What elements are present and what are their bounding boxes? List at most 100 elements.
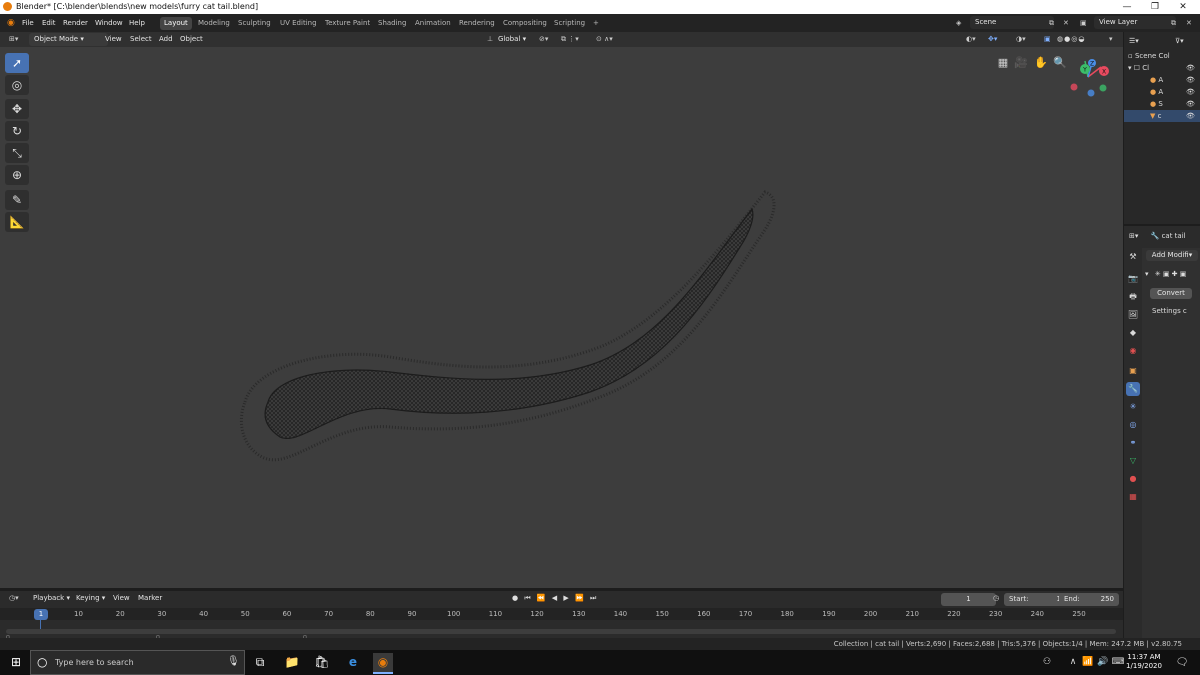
add-modifier-dropdown[interactable]: Add Modifi▾	[1146, 250, 1198, 261]
pivot-icon[interactable]: ⊘▾	[536, 33, 551, 45]
3d-viewport[interactable]: ➚ ◎ ✥ ↻ ⤡ ⊕ ✎ 📐 ▦ 🎥 ✋ 🔍 Z Y X	[0, 47, 1123, 588]
clock[interactable]: 11:37 AM 1/19/2020	[1124, 653, 1164, 671]
menu-select[interactable]: Select	[127, 33, 155, 45]
view-layer-tab-icon[interactable]: 🖼	[1126, 308, 1140, 322]
modifier-icons[interactable]: ✳ ▣ ✚ ▣	[1155, 270, 1187, 278]
blender-menu-icon[interactable]: ◉	[4, 17, 18, 29]
task-view-icon[interactable]: ⧉	[250, 653, 270, 672]
tab-shading[interactable]: Shading	[374, 17, 410, 30]
scene-tab-icon[interactable]: ◆	[1126, 326, 1140, 340]
visibility-icon[interactable]: ◐▾	[963, 33, 979, 45]
current-frame-field[interactable]: 1	[941, 593, 996, 606]
microphone-icon[interactable]: 🎙	[227, 656, 240, 667]
tab-animation[interactable]: Animation	[411, 17, 455, 30]
menu-object[interactable]: Object	[177, 33, 206, 45]
outliner-editor-icon[interactable]: ☰▾	[1129, 37, 1139, 45]
eye-icon[interactable]: 👁	[1186, 62, 1195, 74]
tab-modeling[interactable]: Modeling	[194, 17, 234, 30]
physics-tab-icon[interactable]: ◎	[1126, 418, 1140, 432]
properties-editor-icon[interactable]: ⊞▾	[1129, 232, 1138, 240]
maximize-button[interactable]: ❐	[1142, 1, 1168, 13]
new-scene-icon[interactable]: ⧉	[1046, 17, 1057, 29]
menu-render[interactable]: Render	[60, 17, 91, 29]
cat-tail-mesh[interactable]	[0, 47, 1123, 588]
store-icon[interactable]: 🛍	[312, 653, 332, 672]
scene-field[interactable]: Scene	[970, 16, 1054, 29]
eye-icon[interactable]: 👁	[1186, 74, 1195, 86]
tab-sculpting[interactable]: Sculpting	[234, 17, 275, 30]
snap-icon[interactable]: ⧉ ⋮▾	[558, 33, 582, 45]
menu-add[interactable]: Add	[156, 33, 176, 45]
constraints-tab-icon[interactable]: ⚭	[1126, 436, 1140, 450]
shading-options-icon[interactable]: ▾	[1106, 33, 1116, 45]
blender-taskbar-icon[interactable]: ◉	[373, 653, 393, 674]
playback-controls[interactable]: ● ⏮ ⏪ ◀ ▶ ⏩ ⏭	[509, 592, 601, 604]
menu-file[interactable]: File	[19, 17, 37, 29]
particles-tab-icon[interactable]: ✳	[1126, 400, 1140, 414]
taskbar-search-box[interactable]: ○ Type here to search 🎙	[30, 650, 245, 675]
object-tab-icon[interactable]: ▣	[1126, 364, 1140, 378]
view-layer-field[interactable]: View Layer	[1094, 16, 1176, 29]
modifier-tab-icon[interactable]: 🔧	[1126, 382, 1140, 396]
tab-compositing[interactable]: Compositing	[499, 17, 551, 30]
tab-uv-editing[interactable]: UV Editing	[276, 17, 321, 30]
tab-rendering[interactable]: Rendering	[455, 17, 499, 30]
collapse-icon[interactable]: ▾	[1145, 270, 1149, 278]
delete-scene-icon[interactable]: ✕	[1060, 17, 1072, 29]
new-view-layer-icon[interactable]: ⧉	[1168, 17, 1179, 29]
timeline-editor-icon[interactable]: ◷▾	[6, 592, 22, 604]
file-explorer-icon[interactable]: 📁	[282, 653, 302, 672]
menu-playback[interactable]: Playback ▾	[30, 592, 73, 604]
frame-tick-label: 110	[488, 610, 503, 618]
editor-type-icon[interactable]: ⊞▾	[6, 33, 21, 45]
delete-view-layer-icon[interactable]: ✕	[1183, 17, 1195, 29]
overlay-icon[interactable]: ◑▾	[1013, 33, 1029, 45]
eye-icon[interactable]: 👁	[1186, 86, 1195, 98]
start-frame-field[interactable]: Start:1	[1004, 593, 1066, 606]
outliner-item[interactable]: ● A 👁	[1124, 74, 1200, 86]
render-tab-icon[interactable]: 📷	[1126, 272, 1140, 286]
tab-layout[interactable]: Layout	[160, 17, 192, 30]
gizmo-toggle-icon[interactable]: ✥▾	[985, 33, 1000, 45]
outliner-item[interactable]: ● S 👁	[1124, 98, 1200, 110]
menu-edit[interactable]: Edit	[39, 17, 59, 29]
texture-tab-icon[interactable]: ▦	[1126, 490, 1140, 504]
menu-marker[interactable]: Marker	[135, 592, 165, 604]
outliner-item-selected[interactable]: ▼ c 👁	[1124, 110, 1200, 122]
data-tab-icon[interactable]: ▽	[1126, 454, 1140, 468]
filter-icon[interactable]: ⊽▾	[1175, 37, 1184, 45]
timeline-scrollbar[interactable]	[6, 629, 1116, 634]
shading-mode-icons[interactable]: ◍●◎◒	[1054, 33, 1088, 45]
menu-keying[interactable]: Keying ▾	[73, 592, 108, 604]
notifications-icon[interactable]: 🗨	[1172, 653, 1192, 672]
people-icon[interactable]: ⚇	[1037, 653, 1057, 672]
end-frame-field[interactable]: End: 250	[1059, 593, 1119, 606]
menu-help[interactable]: Help	[126, 17, 148, 29]
menu-view[interactable]: View	[102, 33, 125, 45]
outliner-item[interactable]: ● A 👁	[1124, 86, 1200, 98]
eye-icon[interactable]: 👁	[1186, 110, 1195, 122]
menu-timeline-view[interactable]: View	[110, 592, 133, 604]
object-mode-dropdown[interactable]: Object Mode ▾	[29, 33, 108, 46]
world-tab-icon[interactable]: ◉	[1126, 344, 1140, 358]
tool-tab-icon[interactable]: ⚒	[1126, 250, 1140, 264]
tab-scripting[interactable]: Scripting	[550, 17, 589, 30]
modifier-header[interactable]: ▾ ✳ ▣ ✚ ▣	[1142, 268, 1200, 280]
start-button[interactable]: ⊞	[6, 653, 26, 672]
tab-texture-paint[interactable]: Texture Paint	[321, 17, 374, 30]
outliner-item[interactable]: ▾ ☐ Cl 👁	[1124, 62, 1200, 74]
orientation-dropdown[interactable]: Global ▾	[495, 33, 529, 45]
proportional-edit-icon[interactable]: ⊙ ∧▾	[593, 33, 616, 45]
edge-browser-icon[interactable]: e	[343, 653, 363, 672]
output-tab-icon[interactable]: 🖶	[1126, 290, 1140, 304]
add-workspace-button[interactable]: +	[589, 17, 603, 30]
convert-button[interactable]: Convert	[1150, 288, 1192, 299]
outliner-scene-collection[interactable]: ▫ Scene Col	[1124, 50, 1200, 62]
minimize-button[interactable]: —	[1114, 1, 1140, 13]
close-button[interactable]: ✕	[1170, 1, 1196, 13]
xray-icon[interactable]: ▣	[1041, 33, 1054, 45]
menu-window[interactable]: Window	[92, 17, 126, 29]
expand-icon[interactable]: ▾ ☐	[1128, 64, 1140, 72]
material-tab-icon[interactable]: ●	[1126, 472, 1140, 486]
eye-icon[interactable]: 👁	[1186, 98, 1195, 110]
